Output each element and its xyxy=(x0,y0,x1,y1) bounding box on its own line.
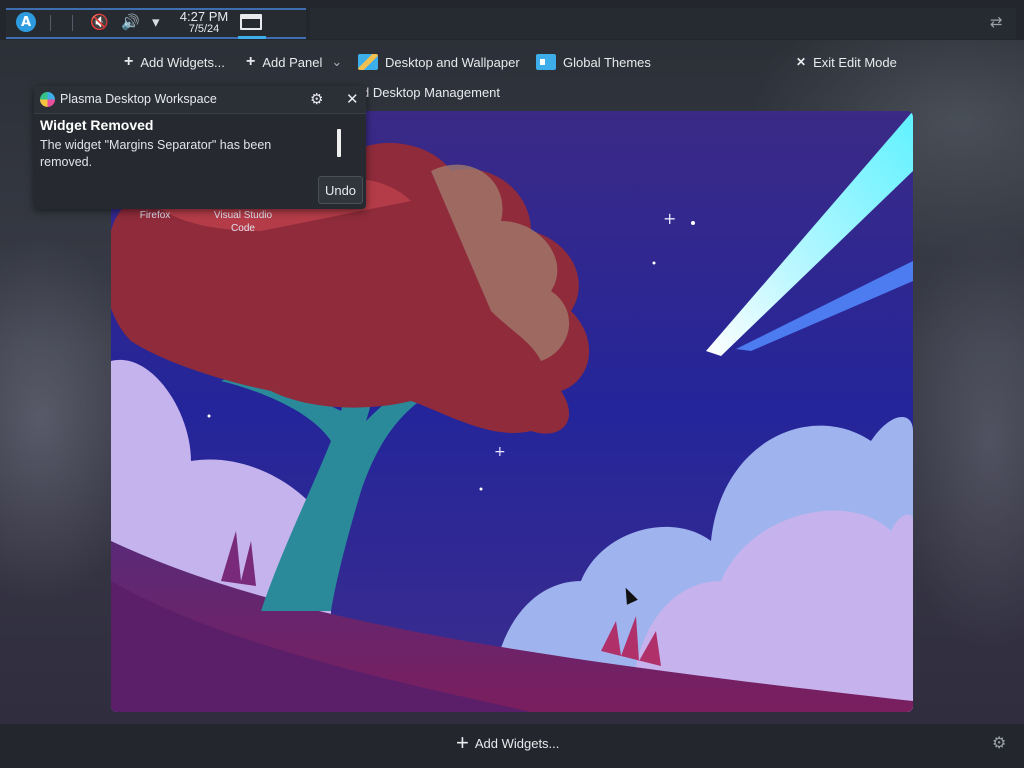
show-desktop-icon[interactable] xyxy=(240,14,262,30)
plus-icon: + xyxy=(246,53,256,70)
notification-timer-bar xyxy=(337,129,341,157)
gear-icon[interactable]: ⚙ xyxy=(310,90,323,108)
notification-title: Widget Removed xyxy=(40,117,154,133)
add-widgets-label: Add Widgets... xyxy=(140,54,225,70)
theme-icon xyxy=(536,54,556,70)
close-icon[interactable]: ✕ xyxy=(346,90,359,108)
undo-button[interactable]: Undo xyxy=(318,176,363,204)
panel-configure-icon[interactable]: ⇄ xyxy=(990,13,1003,31)
panel-separator xyxy=(72,15,73,31)
desktop-wallpaper-button[interactable]: Desktop and Wallpaper xyxy=(358,51,520,73)
firefox-label: Firefox xyxy=(139,210,171,221)
tray-expand-icon[interactable]: ▾ xyxy=(152,13,160,31)
display-management-label: d Desktop Management xyxy=(362,84,501,100)
notification-popup: Plasma Desktop Workspace ⚙ ✕ Widget Remo… xyxy=(34,86,366,209)
clock-time: 4:27 PM xyxy=(179,9,229,24)
plasma-app-icon xyxy=(40,92,55,107)
vscode-label: Visual Studio Code xyxy=(213,210,273,234)
desktop-wallpaper-label: Desktop and Wallpaper xyxy=(385,54,520,70)
chevron-down-icon: ⌄ xyxy=(331,54,343,69)
notification-body: The widget "Margins Separator" has been … xyxy=(40,138,272,169)
wallpaper-icon xyxy=(358,54,378,70)
firefox-desktop-icon[interactable]: Firefox xyxy=(120,209,190,222)
plus-icon: + xyxy=(124,53,134,70)
microphone-muted-icon[interactable]: 🔇 xyxy=(90,13,109,31)
display-management-button[interactable]: d Desktop Management xyxy=(362,81,500,103)
app-launcher-icon[interactable]: A xyxy=(16,12,36,32)
bottom-add-widgets-button[interactable]: + Add Widgets... xyxy=(456,730,560,755)
panel-separator xyxy=(50,15,51,31)
panel-settings-gear-icon[interactable]: ⚙ xyxy=(992,733,1006,752)
add-panel-label: Add Panel xyxy=(262,54,323,70)
svg-text:+: + xyxy=(663,209,676,228)
exit-edit-mode-button[interactable]: ✕ Exit Edit Mode xyxy=(796,51,897,73)
add-widgets-button[interactable]: + Add Widgets... xyxy=(124,51,225,73)
digital-clock[interactable]: 4:27 PM 7/5/24 xyxy=(176,9,232,35)
volume-icon[interactable]: 🔊 xyxy=(121,13,140,31)
global-themes-label: Global Themes xyxy=(563,54,651,70)
panel-empty-area[interactable] xyxy=(310,8,1016,39)
notification-app-name: Plasma Desktop Workspace xyxy=(60,92,217,106)
bottom-add-widgets-label: Add Widgets... xyxy=(474,735,560,751)
clock-date: 7/5/24 xyxy=(188,23,220,35)
active-indicator xyxy=(238,36,266,39)
vscode-desktop-icon[interactable]: Visual Studio Code xyxy=(208,209,278,235)
add-panel-button[interactable]: + Add Panel ⌄ xyxy=(246,51,342,73)
svg-text:+: + xyxy=(494,444,506,460)
plus-icon: + xyxy=(456,730,469,755)
global-themes-button[interactable]: Global Themes xyxy=(536,51,651,73)
exit-edit-mode-label: Exit Edit Mode xyxy=(813,54,897,70)
close-icon: ✕ xyxy=(796,55,807,69)
